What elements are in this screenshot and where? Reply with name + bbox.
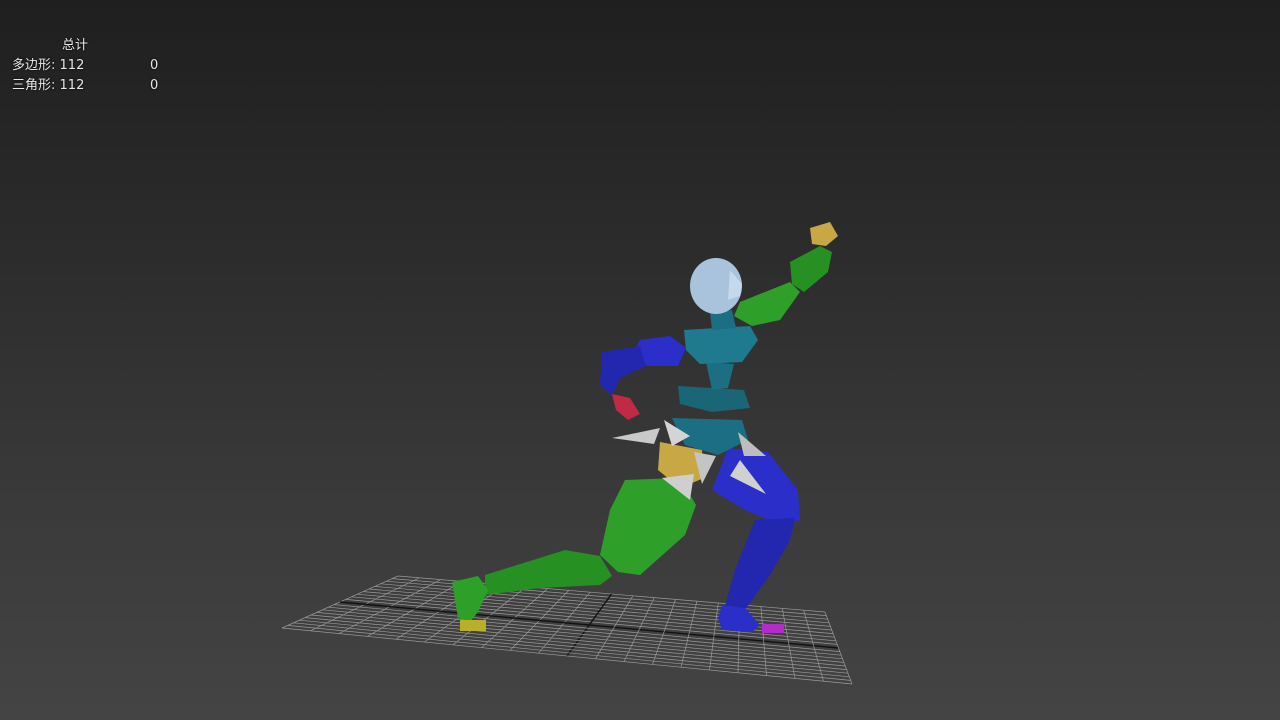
biped-left-forearm[interactable] <box>790 246 832 292</box>
biped-chest[interactable] <box>684 326 758 364</box>
biped-left-toe[interactable] <box>460 620 486 631</box>
biped-spike <box>612 428 660 444</box>
biped-spine-mid[interactable] <box>678 386 750 412</box>
grid-line <box>287 625 851 681</box>
biped-right-foot[interactable] <box>718 605 760 632</box>
biped-right-toe[interactable] <box>762 624 784 633</box>
biped-right-calf[interactable] <box>725 518 795 610</box>
biped-character[interactable] <box>452 222 838 633</box>
scene-render <box>281 222 853 685</box>
perspective-viewport[interactable]: 总计 多边形: 112 0 三角形: 112 0 <box>0 0 1280 720</box>
biped-right-forearm[interactable] <box>600 346 646 396</box>
biped-left-upperarm[interactable] <box>734 282 800 326</box>
grid-line <box>824 611 853 685</box>
biped-right-hand[interactable] <box>612 394 640 420</box>
biped-spine-upper[interactable] <box>706 362 734 390</box>
biped-left-calf[interactable] <box>485 550 612 595</box>
biped-left-hand[interactable] <box>810 222 838 246</box>
